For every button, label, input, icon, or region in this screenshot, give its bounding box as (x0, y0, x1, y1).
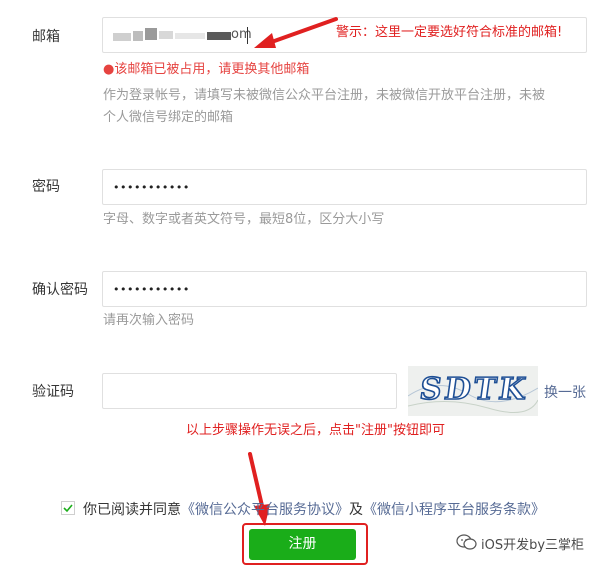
redaction-block (207, 32, 231, 40)
instruction-annotation: 以上步骤操作无误之后，点击"注册"按钮即可 (186, 423, 445, 438)
warning-annotation: 警示：这里一定要选好符合标准的邮箱! (336, 25, 563, 40)
agreement-prefix: 你已阅读并同意 (83, 502, 181, 518)
confirm-password-label: 确认密码 (32, 282, 88, 298)
captcha-text: SDTK (417, 371, 532, 408)
service-agreement-link[interactable]: 《微信公众平台服务协议》 (181, 502, 349, 518)
email-hint-line2: 个人微信号绑定的邮箱 (103, 110, 234, 125)
captcha-label: 验证码 (32, 384, 74, 400)
email-label: 邮箱 (32, 29, 60, 45)
checkmark-icon (63, 504, 73, 513)
captcha-refresh-link[interactable]: 换一张 (544, 382, 586, 402)
redaction-block (145, 28, 157, 40)
watermark-text: iOS开发by三掌柜 (481, 538, 585, 553)
confirm-password-hint: 请再次输入密码 (103, 313, 195, 328)
captcha-image[interactable]: SDTK (408, 366, 538, 416)
email-error-message: ●该邮箱已被占用，请更换其他邮箱 (103, 62, 310, 77)
redaction-block (133, 31, 143, 41)
agreement-middle: 及 (349, 502, 363, 518)
password-label: 密码 (32, 179, 60, 195)
password-hint: 字母、数字或者英文符号，最短8位，区分大小写 (103, 212, 385, 227)
captcha-input[interactable] (102, 373, 397, 409)
password-input[interactable]: ••••••••••• (102, 169, 587, 205)
agreement-checkbox[interactable] (61, 501, 75, 515)
agreement-text: 你已阅读并同意《微信公众平台服务协议》及《微信小程序平台服务条款》 (83, 499, 545, 519)
register-button[interactable]: 注册 (249, 529, 356, 560)
text-cursor (247, 27, 248, 44)
redaction-block (159, 31, 173, 39)
redaction-block (113, 33, 131, 41)
confirm-password-input[interactable]: ••••••••••• (102, 271, 587, 307)
password-value: ••••••••••• (113, 181, 190, 194)
redaction-block (175, 33, 205, 39)
email-hint-line1: 作为登录帐号，请填写未被微信公众平台注册，未被微信开放平台注册，未被 (103, 88, 546, 103)
email-value-tail: om (231, 27, 252, 42)
confirm-password-value: ••••••••••• (113, 283, 190, 296)
warning-arrow-icon (254, 17, 338, 48)
mini-program-terms-link[interactable]: 《微信小程序平台服务条款》 (363, 502, 545, 518)
wechat-logo-icon (456, 534, 477, 550)
